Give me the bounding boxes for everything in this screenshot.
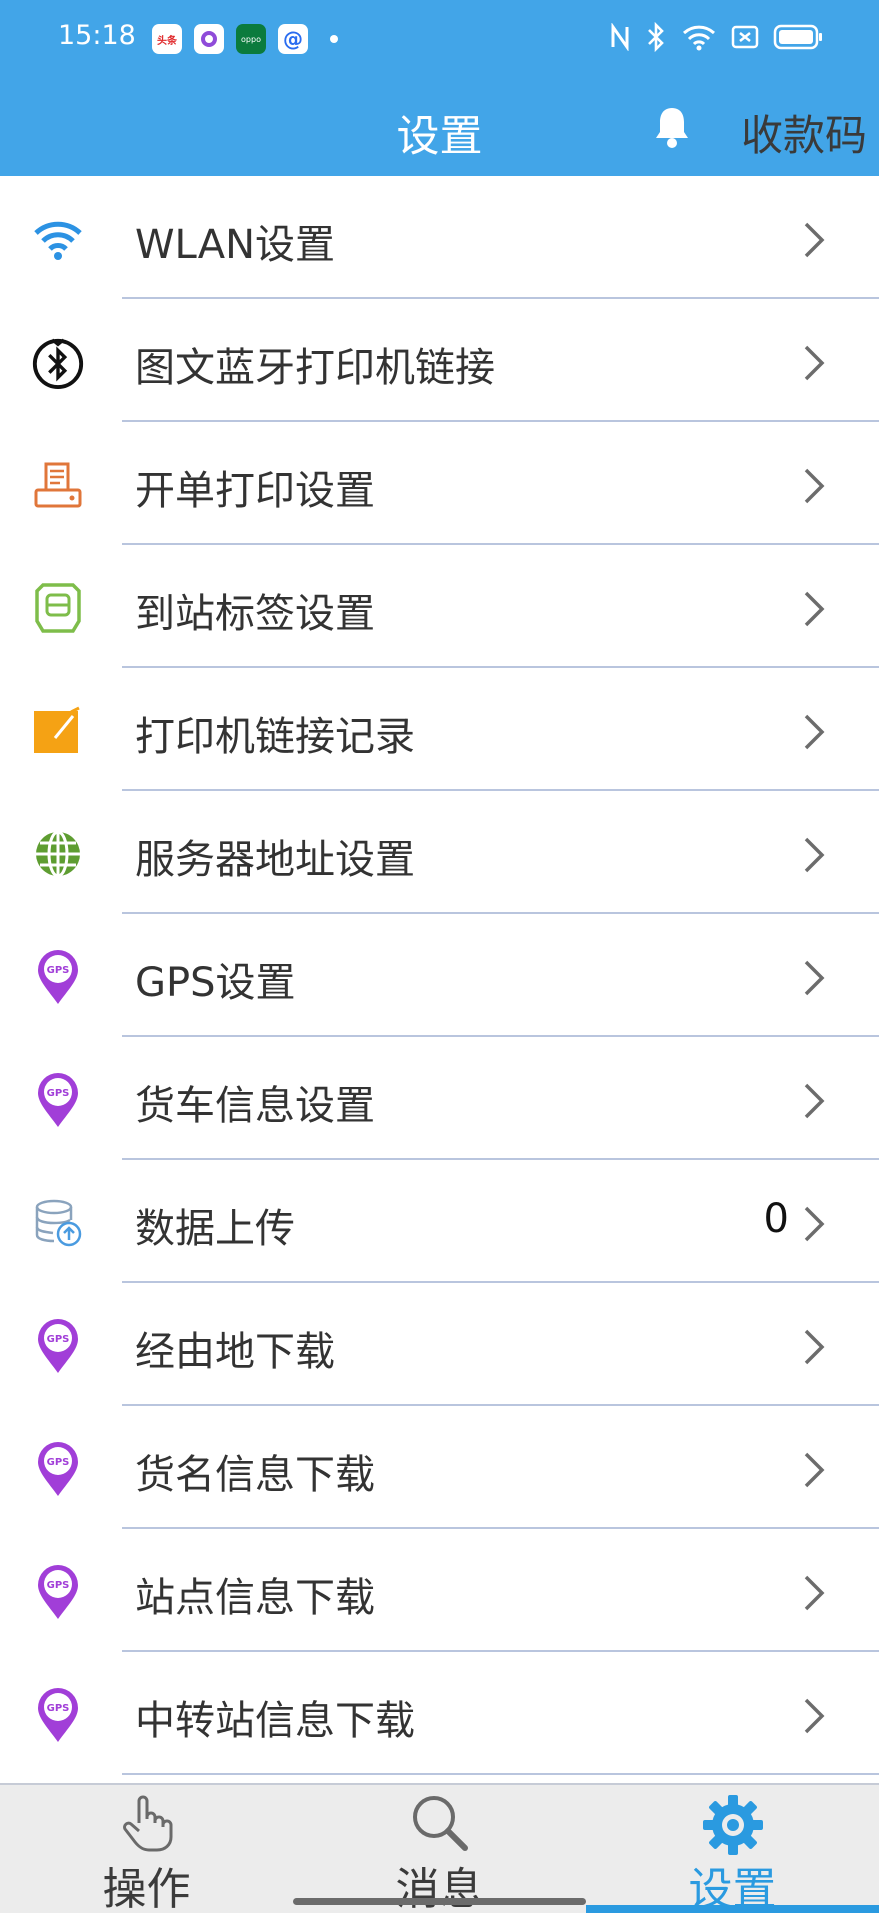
nav-tab-operations[interactable]: 操作 [0, 1785, 293, 1913]
settings-row-station-download[interactable]: GPS 站点信息下载 [0, 1529, 879, 1652]
status-bar: 15:18 头条 oppo @ [0, 0, 879, 80]
pay-code-button[interactable]: 收款码 [741, 102, 867, 163]
settings-row-server-address[interactable]: 服务器地址设置 [0, 791, 879, 914]
chevron-right-icon [804, 1206, 825, 1242]
row-label: 开单打印设置 [135, 468, 375, 514]
gps-pin-icon: GPS [30, 1687, 86, 1743]
gps-pin-icon: GPS [30, 1318, 86, 1374]
row-label: 经由地下载 [135, 1329, 335, 1375]
row-label: 货车信息设置 [135, 1083, 375, 1129]
gps-badge: GPS [46, 965, 70, 976]
toutiao-app-icon: 头条 [152, 24, 182, 54]
sim-icon [731, 25, 759, 49]
chevron-right-icon [804, 591, 825, 627]
row-label: GPS设置 [135, 960, 296, 1006]
row-label: 图文蓝牙打印机链接 [135, 345, 495, 391]
title-bar: 设置 收款码 [0, 80, 879, 176]
database-upload-icon [30, 1195, 86, 1251]
note-icon [30, 703, 86, 759]
gps-pin-icon: GPS [30, 1072, 86, 1128]
divider [122, 1773, 879, 1775]
chevron-right-icon [804, 1698, 825, 1734]
more-notifications-dot [330, 35, 338, 43]
system-icons [609, 22, 823, 52]
bell-icon[interactable] [652, 104, 692, 150]
chevron-right-icon [804, 1083, 825, 1119]
hand-pointer-icon [122, 1795, 172, 1852]
circle-app-icon [194, 24, 224, 54]
chevron-right-icon [804, 1329, 825, 1365]
settings-row-transfer-download[interactable]: GPS 中转站信息下载 [0, 1652, 879, 1775]
wifi-icon [682, 25, 716, 51]
settings-row-gps[interactable]: GPS GPS设置 [0, 914, 879, 1037]
settings-row-print-settings[interactable]: 开单打印设置 [0, 422, 879, 545]
row-label: 服务器地址设置 [135, 837, 415, 883]
search-icon [412, 1796, 468, 1851]
notification-icons: 头条 oppo @ [152, 24, 338, 54]
label-icon [30, 580, 86, 636]
bluetooth-icon [648, 22, 664, 52]
row-label: 数据上传 [135, 1206, 295, 1252]
settings-row-printer-record[interactable]: 打印机链接记录 [0, 668, 879, 791]
row-label: WLAN设置 [135, 222, 336, 268]
oppo-app-icon: oppo [236, 24, 266, 54]
nav-tab-messages[interactable]: 消息 [293, 1785, 586, 1913]
settings-row-data-upload[interactable]: 数据上传 0 [0, 1160, 879, 1283]
nav-label: 操作 [102, 1864, 191, 1913]
nav-label: 设置 [688, 1864, 777, 1913]
bottom-nav: 操作 消息 设置 [0, 1783, 879, 1913]
battery-icon [773, 24, 822, 50]
gps-pin-icon: GPS [30, 1441, 86, 1497]
gear-icon [702, 1795, 763, 1855]
settings-row-wlan[interactable]: WLAN设置 [0, 176, 879, 299]
row-label: 站点信息下载 [135, 1575, 375, 1621]
upload-count: 0 [763, 1196, 789, 1242]
row-label: 打印机链接记录 [135, 714, 415, 760]
gps-pin-icon: GPS [30, 949, 86, 1005]
gps-badge: GPS [46, 1580, 70, 1591]
status-time: 15:18 [58, 20, 136, 51]
at-app-icon: @ [278, 24, 308, 54]
gps-badge: GPS [46, 1334, 70, 1345]
active-tab-indicator [586, 1905, 879, 1913]
settings-row-truck-info[interactable]: GPS 货车信息设置 [0, 1037, 879, 1160]
globe-icon [30, 826, 86, 882]
chevron-right-icon [804, 837, 825, 873]
printer-icon [30, 457, 86, 513]
settings-row-goods-download[interactable]: GPS 货名信息下载 [0, 1406, 879, 1529]
row-label: 中转站信息下载 [135, 1698, 415, 1744]
chevron-right-icon [804, 1452, 825, 1488]
bluetooth-icon [30, 334, 86, 390]
app-header: 15:18 头条 oppo @ 设置 收款码 [0, 0, 879, 176]
gps-badge: GPS [46, 1703, 70, 1714]
chevron-right-icon [804, 960, 825, 996]
gps-badge: GPS [46, 1457, 70, 1468]
row-label: 货名信息下载 [135, 1452, 375, 1498]
home-indicator[interactable] [293, 1898, 586, 1905]
chevron-right-icon [804, 1575, 825, 1611]
chevron-right-icon [804, 714, 825, 750]
settings-row-route-download[interactable]: GPS 经由地下载 [0, 1283, 879, 1406]
settings-list: WLAN设置 图文蓝牙打印机链接 开单打印设置 到站标签设置 打印机链接记录 服… [0, 176, 879, 1775]
nav-tab-settings[interactable]: 设置 [586, 1785, 879, 1913]
wifi-icon [30, 211, 86, 267]
chevron-right-icon [804, 222, 825, 258]
nfc-icon [611, 23, 629, 51]
chevron-right-icon [804, 468, 825, 504]
chevron-right-icon [804, 345, 825, 381]
settings-row-station-label[interactable]: 到站标签设置 [0, 545, 879, 668]
gps-pin-icon: GPS [30, 1564, 86, 1620]
row-label: 到站标签设置 [135, 591, 375, 637]
settings-row-bluetooth-printer[interactable]: 图文蓝牙打印机链接 [0, 299, 879, 422]
gps-badge: GPS [46, 1088, 70, 1099]
